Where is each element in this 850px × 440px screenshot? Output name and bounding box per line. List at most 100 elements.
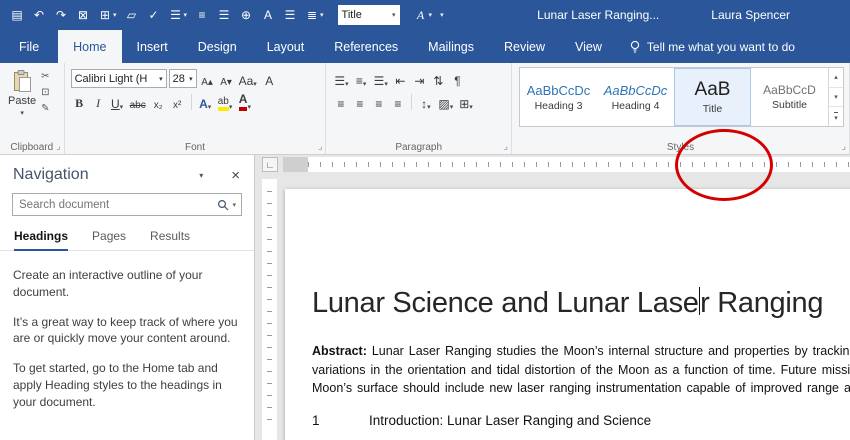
style-preview: AaBbCcDc <box>603 82 668 98</box>
font-name-combo[interactable]: Calibri Light (H ▾ <box>70 69 167 88</box>
globe-icon[interactable]: ⊕ <box>239 0 253 30</box>
underline-button[interactable]: U ▾ <box>109 93 126 111</box>
decrease-indent-button[interactable]: ⇤ <box>392 70 409 88</box>
tab-home[interactable]: Home <box>58 30 122 63</box>
font-icon[interactable]: A <box>261 0 275 30</box>
open-folder-icon[interactable]: ▱ <box>125 0 139 30</box>
text-effects-button-qat[interactable]: A ▾ <box>414 0 432 30</box>
bullets-button-qat[interactable]: ☰ ▾ <box>169 0 187 30</box>
redo-button[interactable]: ↷ <box>54 0 68 30</box>
qat-style-combo[interactable]: Title ▾ <box>337 5 400 25</box>
shading-button[interactable]: ▨ ▾ <box>436 93 455 111</box>
line-spacing-button[interactable]: ↕ ▾ <box>417 93 434 111</box>
show-formatting-marks-button[interactable]: ¶ <box>449 70 466 88</box>
qat-overflow-icon[interactable]: ▾ <box>440 11 444 19</box>
styles-dialog-launcher-icon[interactable]: ⌟ <box>842 141 846 152</box>
grow-font-button[interactable]: A▴ <box>199 70 216 88</box>
section-number: 1 <box>312 412 320 428</box>
undo-icon[interactable]: ↶ <box>32 0 46 30</box>
table-button[interactable]: ⊞ ▾ <box>98 0 117 30</box>
numbering-button[interactable]: ≡ ▾ <box>353 70 370 88</box>
shrink-font-button[interactable]: A▾ <box>218 70 235 88</box>
justify-button[interactable]: ≡ <box>389 93 406 111</box>
title-before-cursor: Lunar Science and Lunar Lase <box>312 287 699 319</box>
borders-button[interactable]: ⊞ ▾ <box>457 93 475 111</box>
style-subtitle[interactable]: AaBbCcD Subtitle <box>751 68 828 126</box>
font-size-value: 28 <box>172 72 185 85</box>
gallery-more-icon[interactable]: ▾ <box>829 107 843 126</box>
window-document-title: Lunar Laser Ranging... <box>537 8 660 22</box>
document-title-text[interactable]: Lunar Science and Lunar Laser Ranging <box>312 287 850 320</box>
strikethrough-button[interactable]: abc <box>128 93 148 111</box>
abstract-paragraph[interactable]: Abstract: Lunar Laser Ranging studies th… <box>312 342 850 398</box>
bullets-icon: ☰ <box>170 8 181 22</box>
multilevel-list-button[interactable]: ☰ ▾ <box>372 70 390 88</box>
section-heading[interactable]: 1 Introduction: Lunar Laser Ranging and … <box>312 413 850 428</box>
underline-icon: U <box>111 96 120 111</box>
align-icon[interactable]: ☰ <box>217 0 231 30</box>
align-center-button[interactable]: ≡ <box>351 93 368 111</box>
style-title[interactable]: AaB Title <box>674 68 751 126</box>
paste-button[interactable]: Paste ▾ <box>3 67 41 117</box>
vertical-ruler[interactable] <box>262 179 277 440</box>
style-heading4[interactable]: AaBbCcDc Heading 4 <box>597 68 674 126</box>
tab-view[interactable]: View <box>560 30 617 63</box>
font-color-button[interactable]: A ▾ <box>236 93 253 111</box>
save-icon[interactable]: ▤ <box>10 0 24 30</box>
font-dialog-launcher-icon[interactable]: ⌟ <box>318 141 322 152</box>
close-icon[interactable]: × <box>231 167 240 184</box>
tab-headings[interactable]: Headings <box>14 229 69 251</box>
gallery-scroll-down-icon[interactable]: ▾ <box>829 88 843 108</box>
signed-in-user[interactable]: Laura Spencer <box>711 8 790 22</box>
table-icon: ⊞ <box>99 8 111 22</box>
help-paragraph: To get started, go to the Home tab and a… <box>13 361 222 409</box>
chevron-down-icon: ▾ <box>119 103 124 111</box>
italic-button[interactable]: I <box>90 93 107 111</box>
document-page[interactable]: Lunar Science and Lunar Laser Ranging Ab… <box>285 189 850 440</box>
tab-review[interactable]: Review <box>489 30 560 63</box>
tab-mailings[interactable]: Mailings <box>413 30 489 63</box>
spelling-icon[interactable]: ✓ <box>147 0 161 30</box>
highlight-button[interactable]: ab ▾ <box>216 93 235 111</box>
horizontal-ruler[interactable] <box>283 157 850 172</box>
style-combo-value: Title <box>341 9 362 21</box>
sort-button[interactable]: ⇅ <box>430 70 447 88</box>
clipboard-dialog-launcher-icon[interactable]: ⌟ <box>56 141 60 152</box>
search-controls[interactable]: ▾ <box>212 199 241 211</box>
font-size-combo[interactable]: 28 ▾ <box>168 69 197 88</box>
format-painter-icon[interactable]: ✎ <box>41 103 49 114</box>
bullets-icon: ☰ <box>334 73 346 88</box>
navigation-pane-title: Navigation <box>13 166 89 183</box>
numbering-icon: ≡ <box>355 73 363 88</box>
gallery-scroll-up-icon[interactable]: ▴ <box>829 68 843 88</box>
copy-icon[interactable]: ⊡ <box>41 87 49 98</box>
paragraph-dialog-launcher-icon[interactable]: ⌟ <box>504 141 508 152</box>
align-left-button[interactable]: ≡ <box>332 93 349 111</box>
tab-insert[interactable]: Insert <box>122 30 183 63</box>
delete-icon[interactable]: ⊠ <box>76 0 90 30</box>
tab-results[interactable]: Results <box>150 229 190 250</box>
clear-formatting-button[interactable]: A <box>261 70 278 88</box>
tab-layout[interactable]: Layout <box>252 30 320 63</box>
subscript-button[interactable]: x₂ <box>150 93 167 111</box>
cut-icon[interactable]: ✂ <box>41 71 49 82</box>
increase-indent-button[interactable]: ⇥ <box>411 70 428 88</box>
list-icon[interactable]: ☰ <box>283 0 297 30</box>
tab-design[interactable]: Design <box>183 30 252 63</box>
change-case-button[interactable]: Aa ▾ <box>237 70 259 88</box>
superscript-button[interactable]: x² <box>169 93 186 111</box>
tab-file[interactable]: File <box>0 30 58 63</box>
bullets-button[interactable]: ☰ ▾ <box>332 70 350 88</box>
navigation-options-icon[interactable]: ▾ <box>199 171 203 180</box>
tab-references[interactable]: References <box>319 30 413 63</box>
numbering-icon[interactable]: ≡ <box>195 0 209 30</box>
numbered-list-button[interactable]: ≣ ▾ <box>305 0 324 30</box>
text-effects-button[interactable]: A ▾ <box>197 93 214 111</box>
tell-me-box[interactable]: Tell me what you want to do <box>629 30 795 63</box>
bold-button[interactable]: B <box>71 93 88 111</box>
search-input[interactable] <box>13 198 213 211</box>
style-heading3[interactable]: AaBbCcDc Heading 3 <box>520 68 597 126</box>
tab-selector-button[interactable]: ∟ <box>262 157 278 172</box>
tab-pages[interactable]: Pages <box>92 229 126 250</box>
align-right-button[interactable]: ≡ <box>370 93 387 111</box>
